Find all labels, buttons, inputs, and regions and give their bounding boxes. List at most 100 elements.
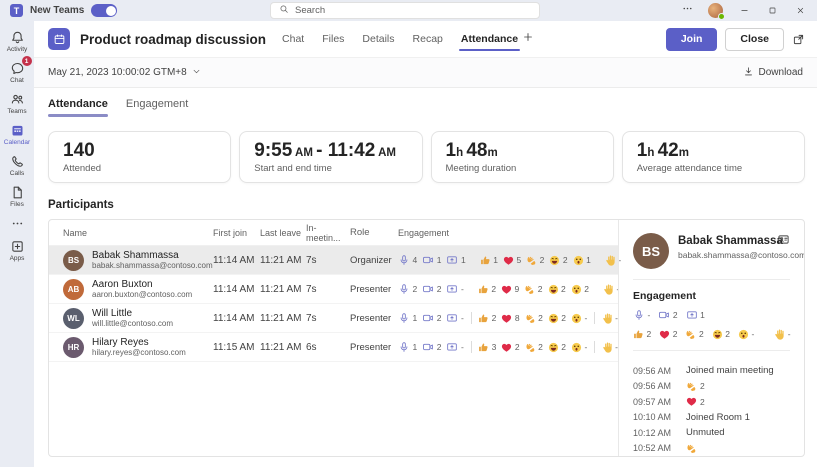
close-meeting-button[interactable]: Close <box>725 28 784 51</box>
add-tab-button[interactable] <box>522 30 534 48</box>
engagement-mic: 4 <box>398 254 417 266</box>
participant-name-cell: AB Aaron Buxton aaron.buxton@contoso.com <box>63 279 213 300</box>
column-header[interactable]: Role <box>350 227 398 238</box>
heart-emoji-icon <box>501 342 512 353</box>
engagement-cell: 4 1 1 1 5 2 2 1 - <box>398 254 618 266</box>
laugh-emoji-icon <box>712 329 723 340</box>
reaction-like: 2 <box>478 284 496 295</box>
meeting-date-label: May 21, 2023 10:00:02 GTM+8 <box>48 67 187 78</box>
maximize-button[interactable] <box>765 4 779 18</box>
subtab-attendance[interactable]: Attendance <box>48 98 108 117</box>
like-emoji-icon <box>480 255 491 266</box>
timeline-entry: 10:52 AM <box>633 441 790 457</box>
column-header[interactable]: First join <box>213 228 260 238</box>
detail-engagement-reactions: 2 2 2 2 - - <box>633 328 790 340</box>
user-avatar[interactable] <box>708 3 723 18</box>
like-emoji-icon <box>478 342 489 353</box>
engagement-count: - <box>461 284 464 294</box>
timeline-entry: 10:10 AM Joined Room 1 <box>633 410 790 426</box>
minimize-button[interactable] <box>737 4 751 18</box>
meeting-header: Product roadmap discussion Chat Files De… <box>34 21 817 58</box>
tab-attendance[interactable]: Attendance <box>461 23 518 55</box>
detail-avatar: BS <box>633 233 669 269</box>
avatar: BS <box>63 250 84 271</box>
reaction-hand: - <box>603 284 619 295</box>
engagement-cell: 2 2 - 2 9 2 2 2 - <box>398 283 618 295</box>
sidebar-item-calendar[interactable]: Calendar <box>0 122 34 146</box>
avatar: AB <box>63 279 84 300</box>
heart-emoji-icon <box>501 313 512 324</box>
reaction-count: 2 <box>561 284 566 294</box>
last-leave-cell: 11:21 AM <box>260 342 306 353</box>
engagement-count: 4 <box>413 255 418 265</box>
search-input[interactable]: Search <box>270 2 540 19</box>
reaction-count: 2 <box>540 255 545 265</box>
engagement-count: - <box>461 342 464 352</box>
sidebar-item-files[interactable]: Files <box>0 184 34 208</box>
column-header[interactable]: Engagement <box>398 228 618 238</box>
table-row[interactable]: AB Aaron Buxton aaron.buxton@contoso.com… <box>49 275 618 304</box>
engagement-count: 2 <box>413 284 418 294</box>
sidebar-item-teams[interactable]: Teams <box>0 91 34 115</box>
first-join-cell: 11:14 AM <box>213 255 260 266</box>
table-row[interactable]: WL Will Little will.little@contoso.com 1… <box>49 304 618 333</box>
app-rail: Activity 1 Chat Teams Calendar Calls Fil… <box>0 21 34 467</box>
first-join-cell: 11:14 AM <box>213 313 260 324</box>
reaction-surprised: 2 <box>571 284 589 295</box>
participant-name-cell: BS Babak Shammassa babak.shammassa@conto… <box>63 250 213 271</box>
meeting-date-selector[interactable]: May 21, 2023 10:00:02 GTM+8 <box>48 67 201 79</box>
search-icon <box>279 4 289 17</box>
engagement-cell: 1 2 - 2 8 2 2 - - <box>398 312 618 324</box>
surprised-emoji-icon <box>738 329 749 340</box>
sidebar-item-more[interactable] <box>0 215 34 231</box>
column-header[interactable]: Name <box>63 228 213 238</box>
summary-label: Attended <box>63 163 216 174</box>
clap-emoji-icon <box>685 329 696 340</box>
table-row[interactable]: HR Hilary Reyes hilary.reyes@contoso.com… <box>49 333 618 362</box>
search-placeholder: Search <box>295 5 325 16</box>
popout-icon[interactable] <box>792 33 805 46</box>
close-window-button[interactable] <box>793 4 807 18</box>
subtab-engagement[interactable]: Engagement <box>126 98 188 117</box>
meeting-icon <box>48 28 70 50</box>
tab-files[interactable]: Files <box>322 23 344 55</box>
app-window: T New Teams Search Activity 1 Chat <box>0 0 817 467</box>
sidebar-item-chat[interactable]: 1 Chat <box>0 60 34 84</box>
reaction-count: 2 <box>561 342 566 352</box>
sidebar-item-apps[interactable]: Apps <box>0 238 34 262</box>
laugh-emoji-icon <box>548 313 559 324</box>
participant-email: hilary.reyes@contoso.com <box>92 348 186 358</box>
sidebar-item-calls[interactable]: Calls <box>0 153 34 177</box>
clap-emoji-icon <box>525 342 536 353</box>
heart-emoji-icon <box>503 255 514 266</box>
screen-share-icon <box>446 283 458 295</box>
reaction-like: 3 <box>478 342 496 353</box>
people-icon <box>10 91 25 107</box>
tab-details[interactable]: Details <box>362 23 394 55</box>
screen-share-icon <box>446 341 458 353</box>
chevron-down-icon <box>192 67 201 79</box>
table-row[interactable]: BS Babak Shammassa babak.shammassa@conto… <box>49 246 618 275</box>
reaction-count: 1 <box>493 255 498 265</box>
presence-indicator <box>718 13 725 20</box>
avatar: WL <box>63 308 84 329</box>
engagement-screen: 1 <box>686 309 705 321</box>
join-button[interactable]: Join <box>666 28 718 51</box>
tab-chat[interactable]: Chat <box>282 23 304 55</box>
column-header[interactable]: Last leave <box>260 228 306 238</box>
engagement-screen: - <box>446 341 463 353</box>
new-teams-toggle[interactable] <box>91 4 117 17</box>
reaction-count: - <box>585 342 588 352</box>
download-button[interactable]: Download <box>743 66 803 80</box>
summary-cards: 140 Attended 9:55 AM - 11:42 AM Start an… <box>48 131 805 183</box>
titlebar-more-button[interactable] <box>681 2 694 20</box>
sidebar-item-activity[interactable]: Activity <box>0 29 34 53</box>
mic-icon <box>398 312 410 324</box>
reaction-count: - <box>788 329 791 339</box>
tab-recap[interactable]: Recap <box>413 23 443 55</box>
sidebar-item-label: Calendar <box>4 139 30 146</box>
reaction-heart: 2 <box>501 342 519 353</box>
column-header[interactable]: In-meetin... <box>306 223 350 243</box>
participants-heading: Participants <box>48 199 805 211</box>
contact-card-icon[interactable] <box>777 233 790 246</box>
